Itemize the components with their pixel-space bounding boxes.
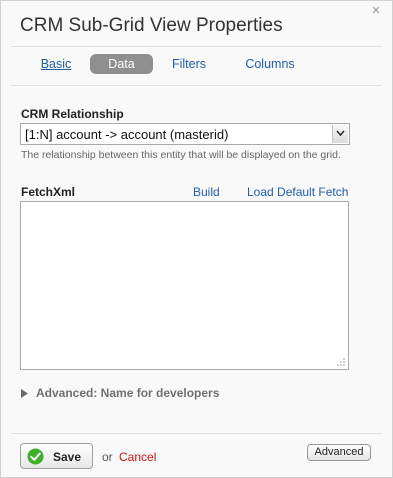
tabs-divider	[11, 85, 382, 86]
checkmark-icon	[27, 448, 44, 465]
relationship-label: CRM Relationship	[21, 107, 124, 121]
title-divider	[11, 46, 382, 47]
relationship-select[interactable]: [1:N] account -> account (masterid)	[20, 123, 350, 145]
fetchxml-label: FetchXml	[21, 185, 76, 199]
build-link[interactable]: Build	[193, 185, 220, 199]
advanced-section-label: Advanced: Name for developers	[36, 386, 220, 400]
resize-grip-icon[interactable]	[336, 357, 346, 367]
tab-data[interactable]: Data	[90, 54, 153, 74]
tab-basic[interactable]: Basic	[39, 54, 73, 74]
advanced-button[interactable]: Advanced	[307, 444, 371, 461]
chevron-down-icon[interactable]	[332, 125, 348, 143]
close-icon[interactable]: ×	[368, 3, 384, 19]
tab-columns[interactable]: Columns	[241, 54, 299, 74]
or-text: or	[102, 450, 113, 464]
fetchxml-textarea[interactable]	[20, 201, 349, 370]
tab-filters[interactable]: Filters	[167, 54, 211, 74]
save-button[interactable]: Save	[20, 443, 93, 469]
properties-dialog: × CRM Sub-Grid View Properties Basic Dat…	[0, 0, 393, 478]
cancel-link[interactable]: Cancel	[119, 450, 156, 464]
save-button-label: Save	[53, 450, 82, 464]
load-default-fetch-link[interactable]: Load Default Fetch	[247, 185, 348, 199]
relationship-select-value: [1:N] account -> account (masterid)	[25, 127, 229, 142]
footer-divider	[11, 433, 382, 434]
dialog-title: CRM Sub-Grid View Properties	[20, 15, 283, 36]
relationship-help-text: The relationship between this entity tha…	[21, 149, 341, 161]
triangle-right-icon	[21, 389, 28, 398]
